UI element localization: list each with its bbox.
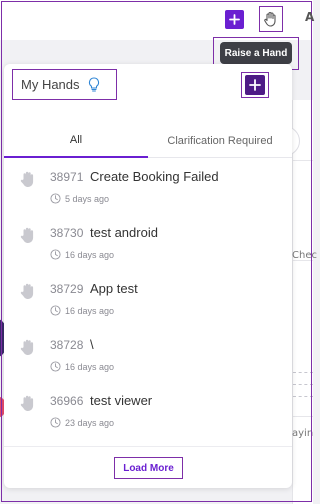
lightbulb-icon: [88, 77, 102, 93]
cut-off-letter: A: [305, 10, 315, 24]
list-item[interactable]: 38730 test android 16 days ago: [4, 218, 292, 274]
raise-hand-tooltip: Raise a Hand: [220, 42, 292, 64]
clock-icon: [50, 305, 61, 316]
item-id: 38729: [50, 282, 84, 296]
item-time: 16 days ago: [50, 249, 114, 260]
background-text-snippet: ayin: [292, 428, 314, 439]
raise-hand-button[interactable]: [259, 6, 283, 32]
item-id: 38730: [50, 226, 84, 240]
item-title: test android: [90, 225, 158, 240]
plus-icon: [249, 79, 261, 91]
background-right-panel: [292, 100, 313, 504]
clock-icon: [50, 417, 61, 428]
list-item[interactable]: 38728 \ 16 days ago: [4, 330, 292, 386]
panel-header: My Hands: [4, 64, 292, 120]
item-title: test viewer: [90, 393, 153, 408]
item-id: 38971: [50, 170, 84, 184]
tab-clarification-required[interactable]: Clarification Required: [148, 124, 292, 158]
clock-icon: [50, 249, 61, 260]
load-more-button[interactable]: Load More: [114, 457, 183, 479]
hand-icon: [20, 339, 34, 355]
hand-icon: [20, 395, 34, 411]
item-title: App test: [90, 281, 138, 296]
hand-icon: [20, 283, 34, 299]
list-item[interactable]: 36966 test viewer 23 days ago: [4, 386, 292, 442]
hand-icon: [264, 11, 276, 27]
hand-list: 38971 Create Booking Failed 5 days ago 3…: [4, 162, 292, 442]
item-title: \: [90, 337, 94, 352]
my-hands-panel: My Hands All Clarification Required 3897…: [4, 64, 292, 488]
hand-icon: [20, 227, 34, 243]
list-item[interactable]: 38971 Create Booking Failed 5 days ago: [4, 162, 292, 218]
tab-all[interactable]: All: [4, 124, 148, 158]
item-time: 16 days ago: [50, 361, 114, 372]
clock-icon: [50, 193, 61, 204]
item-time-text: 23 days ago: [65, 417, 115, 428]
panel-title-box: My Hands: [12, 69, 117, 100]
add-hand-outline[interactable]: [241, 72, 269, 98]
panel-title: My Hands: [21, 77, 80, 92]
tab-bar: All Clarification Required: [4, 124, 292, 158]
item-time: 23 days ago: [50, 417, 114, 428]
item-time: 16 days ago: [50, 305, 114, 316]
item-time-text: 16 days ago: [65, 305, 115, 316]
item-time-text: 5 days ago: [65, 193, 110, 204]
list-item[interactable]: 38729 App test 16 days ago: [4, 274, 292, 330]
item-time: 5 days ago: [50, 193, 109, 204]
item-id: 36966: [50, 394, 84, 408]
panel-footer: Load More: [4, 446, 292, 488]
item-time-text: 16 days ago: [65, 361, 115, 372]
item-title: Create Booking Failed: [90, 169, 219, 184]
item-time-text: 16 days ago: [65, 249, 115, 260]
background-text-snippet: Chec: [292, 250, 317, 261]
plus-icon: [229, 14, 240, 25]
clock-icon: [50, 361, 61, 372]
add-hand-button[interactable]: [225, 10, 244, 29]
add-hand-panel-button[interactable]: [245, 75, 265, 95]
hand-icon: [20, 171, 34, 187]
item-id: 38728: [50, 338, 84, 352]
